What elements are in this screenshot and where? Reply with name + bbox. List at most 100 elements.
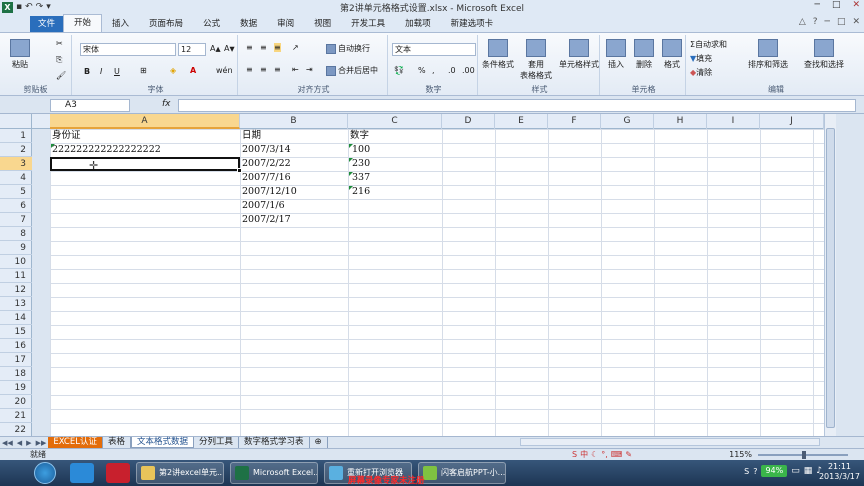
- select-all-corner[interactable]: [0, 114, 32, 129]
- row-header-3[interactable]: 3: [0, 157, 32, 171]
- decrease-indent-icon[interactable]: ⇤: [292, 65, 299, 74]
- row-header-13[interactable]: 13: [0, 297, 32, 311]
- ime-moon-icon[interactable]: ☾: [591, 450, 598, 459]
- merge-center-button[interactable]: 合并后居中: [326, 65, 378, 76]
- column-header-f[interactable]: F: [548, 114, 601, 129]
- increase-decimal-icon[interactable]: .0: [448, 66, 456, 75]
- fill-button[interactable]: ▼ 填充: [690, 53, 712, 64]
- ime-punct-icon[interactable]: °,: [601, 450, 608, 459]
- tab-view[interactable]: 视图: [304, 16, 341, 32]
- row-header-8[interactable]: 8: [0, 227, 32, 241]
- tab-data[interactable]: 数据: [230, 16, 267, 32]
- row-header-16[interactable]: 16: [0, 339, 32, 353]
- column-header-j[interactable]: J: [760, 114, 824, 129]
- row-header-22[interactable]: 22: [0, 423, 32, 437]
- format-painter-icon[interactable]: 🖌: [56, 71, 66, 80]
- taskbar-item-excel[interactable]: Microsoft Excel...: [230, 462, 318, 484]
- sort-filter-button[interactable]: 排序和筛选: [742, 39, 794, 70]
- column-header-d[interactable]: D: [442, 114, 495, 129]
- tab-insert[interactable]: 插入: [102, 16, 139, 32]
- align-right-icon[interactable]: ≡: [274, 65, 281, 74]
- vertical-scrollbar[interactable]: [824, 114, 836, 436]
- row-header-9[interactable]: 9: [0, 241, 32, 255]
- zoom-slider-knob[interactable]: [802, 451, 806, 459]
- cell-b3[interactable]: 2007/2/22: [242, 157, 291, 171]
- network-icon[interactable]: ▦: [804, 466, 813, 476]
- row-header-5[interactable]: 5: [0, 185, 32, 199]
- cell-a2[interactable]: 222222222222222222: [52, 143, 161, 157]
- fill-handle[interactable]: [237, 168, 242, 173]
- font-size-select[interactable]: 12: [178, 43, 206, 56]
- taskbar-item-ppt[interactable]: 闪客启航PPT-小...: [418, 462, 506, 484]
- row-header-20[interactable]: 20: [0, 395, 32, 409]
- paste-button[interactable]: 粘贴: [2, 39, 38, 70]
- comma-button[interactable]: ,: [432, 66, 435, 75]
- tab-developer[interactable]: 开发工具: [341, 16, 395, 32]
- tab-home[interactable]: 开始: [63, 14, 103, 32]
- phonetic-icon[interactable]: wén: [216, 66, 233, 75]
- format-button[interactable]: 格式: [658, 39, 686, 70]
- doc-min-icon[interactable]: ─: [825, 17, 830, 27]
- cut-icon[interactable]: ✂: [56, 39, 63, 48]
- maximize-button[interactable]: □: [832, 0, 841, 10]
- align-middle-icon[interactable]: ≡: [260, 43, 267, 52]
- sheet-tab-table[interactable]: 表格: [103, 437, 131, 448]
- browser-360-icon[interactable]: [106, 463, 130, 483]
- cell-c2[interactable]: 100: [352, 143, 370, 157]
- tab-formulas[interactable]: 公式: [193, 16, 230, 32]
- cell-c3[interactable]: 230: [352, 157, 370, 171]
- align-center-icon[interactable]: ≡: [260, 65, 267, 74]
- sheet-tab-excel-cert[interactable]: EXCEL认证: [48, 437, 103, 448]
- sheet-nav-last-icon[interactable]: ▶▶: [34, 439, 49, 447]
- close-button[interactable]: ✕: [852, 0, 860, 10]
- row-header-15[interactable]: 15: [0, 325, 32, 339]
- ie-icon[interactable]: [70, 463, 94, 483]
- formula-input[interactable]: [178, 99, 856, 112]
- tab-addins[interactable]: 加载项: [395, 16, 441, 32]
- sheet-tab-split-tool[interactable]: 分列工具: [194, 437, 240, 448]
- horizontal-scrollbar[interactable]: [520, 438, 820, 446]
- column-header-b[interactable]: B: [240, 114, 348, 129]
- cell-b2[interactable]: 2007/3/14: [242, 143, 291, 157]
- tab-page-layout[interactable]: 页面布局: [139, 16, 193, 32]
- find-select-button[interactable]: 查找和选择: [796, 39, 852, 70]
- name-box[interactable]: A3: [50, 99, 130, 112]
- doc-restore-icon[interactable]: □: [837, 17, 846, 27]
- grow-font-icon[interactable]: A ▲: [210, 44, 221, 53]
- ribbon-minimize-icon[interactable]: △: [799, 17, 806, 27]
- ime-s-icon[interactable]: S: [572, 450, 577, 459]
- taskbar-item-folder[interactable]: 第2讲excel单元...: [136, 462, 224, 484]
- tab-new[interactable]: 新建选项卡: [441, 16, 504, 32]
- bold-button[interactable]: B: [84, 67, 90, 76]
- row-header-4[interactable]: 4: [0, 171, 32, 185]
- cell-c1[interactable]: 数字: [350, 129, 369, 143]
- ime-zh-icon[interactable]: 中: [580, 449, 588, 460]
- column-header-i[interactable]: I: [707, 114, 760, 129]
- help-icon[interactable]: ?: [813, 17, 818, 27]
- cell-b7[interactable]: 2007/2/17: [242, 213, 291, 227]
- doc-close-icon[interactable]: ✕: [852, 17, 860, 27]
- sheet-nav-next-icon[interactable]: ▶: [24, 439, 33, 447]
- row-header-7[interactable]: 7: [0, 213, 32, 227]
- row-header-19[interactable]: 19: [0, 381, 32, 395]
- number-format-select[interactable]: 文本: [392, 43, 476, 56]
- minimize-button[interactable]: ─: [815, 0, 820, 10]
- column-header-a[interactable]: A: [50, 114, 240, 129]
- vertical-scroll-thumb[interactable]: [826, 128, 835, 428]
- insert-sheet-icon[interactable]: ⊕: [310, 437, 328, 448]
- row-header-10[interactable]: 10: [0, 255, 32, 269]
- row-header-14[interactable]: 14: [0, 311, 32, 325]
- cell-c5[interactable]: 216: [352, 185, 370, 199]
- row-header-1[interactable]: 1: [0, 129, 32, 143]
- align-top-icon[interactable]: ≡: [246, 43, 253, 52]
- sheet-tab-number-format[interactable]: 数字格式学习表: [239, 437, 310, 448]
- font-name-select[interactable]: 宋体: [80, 43, 176, 56]
- column-header-h[interactable]: H: [654, 114, 707, 129]
- active-cell-a3[interactable]: [50, 157, 240, 171]
- column-header-c[interactable]: C: [348, 114, 442, 129]
- insert-button[interactable]: 插入: [602, 39, 630, 70]
- cell-styles-button[interactable]: 单元格样式: [558, 39, 600, 70]
- copy-icon[interactable]: ⎘: [56, 55, 62, 65]
- cell-b5[interactable]: 2007/12/10: [242, 185, 297, 199]
- autosum-button[interactable]: Σ 自动求和: [690, 39, 727, 50]
